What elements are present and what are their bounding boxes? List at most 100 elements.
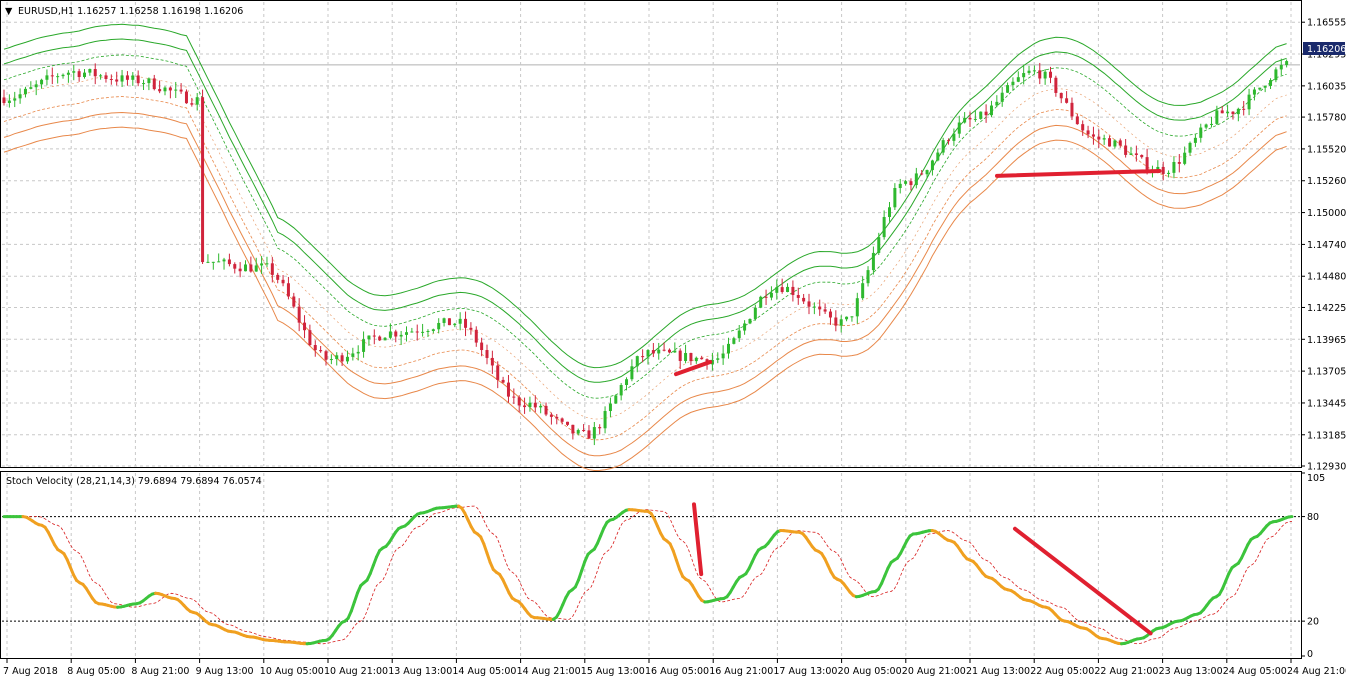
candle-body[interactable] xyxy=(662,349,666,351)
candle-body[interactable] xyxy=(807,301,811,307)
candle-body[interactable] xyxy=(1226,111,1230,114)
candle-body[interactable] xyxy=(1140,154,1144,158)
candle-body[interactable] xyxy=(619,385,623,396)
candle-body[interactable] xyxy=(576,430,580,434)
candle-body[interactable] xyxy=(673,350,677,353)
candle-body[interactable] xyxy=(941,140,945,153)
candle-body[interactable] xyxy=(984,111,988,116)
candle-body[interactable] xyxy=(254,265,258,272)
candle-body[interactable] xyxy=(684,352,688,361)
candle-body[interactable] xyxy=(45,75,49,80)
candle-body[interactable] xyxy=(1108,138,1112,147)
candle-body[interactable] xyxy=(23,88,27,95)
candle-body[interactable] xyxy=(40,79,44,85)
candle-body[interactable] xyxy=(286,283,290,297)
header-arrow[interactable]: ▼ xyxy=(5,6,13,17)
candle-body[interactable] xyxy=(335,355,339,360)
candle-body[interactable] xyxy=(1252,89,1256,95)
candle-body[interactable] xyxy=(528,402,532,408)
candle-body[interactable] xyxy=(657,349,661,354)
candle-body[interactable] xyxy=(485,350,489,358)
candle-body[interactable] xyxy=(388,331,392,338)
candle-body[interactable] xyxy=(421,331,425,333)
candle-body[interactable] xyxy=(195,97,199,105)
candle-body[interactable] xyxy=(431,329,435,331)
candle-body[interactable] xyxy=(796,295,800,298)
candle-body[interactable] xyxy=(802,297,806,302)
candle-body[interactable] xyxy=(625,379,629,386)
candle-body[interactable] xyxy=(152,78,156,90)
candle-body[interactable] xyxy=(506,382,510,397)
candle-body[interactable] xyxy=(1016,77,1020,82)
candle-body[interactable] xyxy=(453,323,457,326)
candle-body[interactable] xyxy=(1022,73,1026,78)
candle-body[interactable] xyxy=(319,350,323,352)
candle-body[interactable] xyxy=(888,207,891,218)
candle-body[interactable] xyxy=(920,173,924,175)
candle-body[interactable] xyxy=(1118,140,1122,146)
candle-body[interactable] xyxy=(555,416,559,419)
candle-body[interactable] xyxy=(426,330,430,332)
candle-body[interactable] xyxy=(549,414,553,417)
candle-body[interactable] xyxy=(1274,69,1278,81)
candle-body[interactable] xyxy=(115,79,119,82)
candle-body[interactable] xyxy=(845,316,849,320)
candle-body[interactable] xyxy=(791,286,795,296)
candle-body[interactable] xyxy=(281,279,285,284)
candle-body[interactable] xyxy=(1124,145,1128,155)
candle-body[interactable] xyxy=(99,75,103,77)
candle-body[interactable] xyxy=(1161,166,1165,174)
candle-body[interactable] xyxy=(303,322,307,331)
candle-body[interactable] xyxy=(104,75,108,79)
candle-body[interactable] xyxy=(442,318,446,323)
candle-body[interactable] xyxy=(378,336,382,341)
candle-body[interactable] xyxy=(1006,85,1010,93)
candle-body[interactable] xyxy=(689,352,693,362)
candle-body[interactable] xyxy=(533,402,537,408)
candle-body[interactable] xyxy=(1038,70,1042,79)
candle-body[interactable] xyxy=(233,264,237,269)
candle-body[interactable] xyxy=(641,356,645,358)
candle-body[interactable] xyxy=(957,122,961,134)
candle-body[interactable] xyxy=(120,75,124,82)
candle-body[interactable] xyxy=(839,319,843,326)
candle-body[interactable] xyxy=(936,152,940,161)
candle-body[interactable] xyxy=(694,357,698,362)
candle-body[interactable] xyxy=(566,421,569,425)
candle-body[interactable] xyxy=(174,89,178,91)
candle-body[interactable] xyxy=(308,330,312,346)
candle-body[interactable] xyxy=(56,76,60,78)
candle-body[interactable] xyxy=(405,332,408,335)
candle-body[interactable] xyxy=(850,316,854,318)
candle-body[interactable] xyxy=(93,69,97,77)
candle-body[interactable] xyxy=(179,89,183,92)
candle-body[interactable] xyxy=(1172,162,1176,173)
candle-body[interactable] xyxy=(1075,116,1079,125)
candle-body[interactable] xyxy=(721,353,725,359)
candle-body[interactable] xyxy=(700,357,704,360)
candle-body[interactable] xyxy=(340,355,344,362)
candle-body[interactable] xyxy=(2,97,6,104)
candle-body[interactable] xyxy=(329,359,333,361)
candle-body[interactable] xyxy=(88,69,92,73)
candle-body[interactable] xyxy=(276,274,280,280)
candle-body[interactable] xyxy=(1113,140,1117,147)
candle-body[interactable] xyxy=(313,345,317,351)
candle-body[interactable] xyxy=(168,87,172,91)
candle-body[interactable] xyxy=(635,356,639,367)
candle-body[interactable] xyxy=(780,287,784,292)
candle-body[interactable] xyxy=(1204,124,1208,128)
candle-body[interactable] xyxy=(1279,65,1283,70)
candle-body[interactable] xyxy=(447,318,451,326)
candle-body[interactable] xyxy=(474,329,478,343)
candle-body[interactable] xyxy=(753,307,757,319)
candle-body[interactable] xyxy=(142,83,146,85)
candle-body[interactable] xyxy=(737,330,741,339)
candle-body[interactable] xyxy=(1269,80,1273,86)
candle-body[interactable] xyxy=(50,75,54,77)
candle-body[interactable] xyxy=(775,287,779,293)
candle-body[interactable] xyxy=(1236,108,1240,115)
candle-body[interactable] xyxy=(184,91,188,104)
candle-body[interactable] xyxy=(480,342,484,351)
candle-body[interactable] xyxy=(544,405,548,415)
